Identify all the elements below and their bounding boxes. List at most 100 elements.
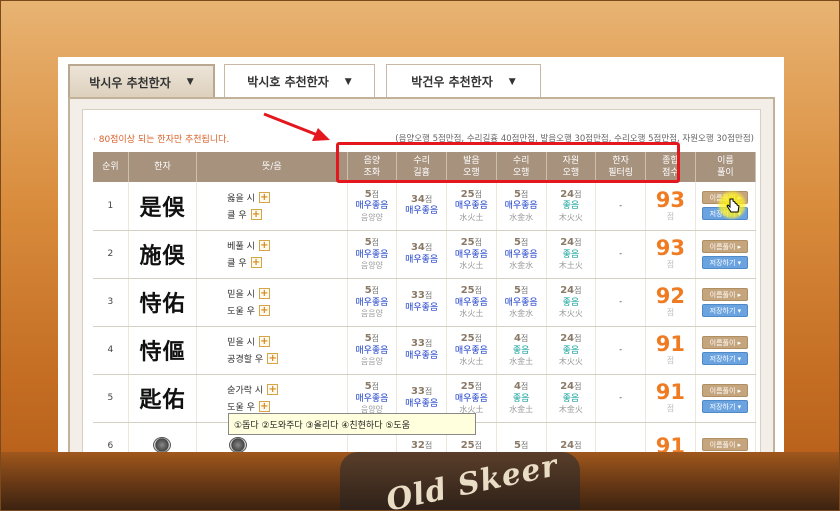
score-unit: 점 (371, 382, 380, 392)
name-interpret-button[interactable]: 이름풀이 ▸ (702, 383, 749, 397)
suri-ohaeng-cell: 4점 좋음 水金土 (496, 326, 547, 375)
plus-icon[interactable]: + (267, 384, 279, 395)
header-line: 발음 (463, 155, 480, 166)
score-value: 24 (560, 333, 575, 345)
plus-icon[interactable]: + (258, 336, 270, 347)
header-line: 이름 (717, 155, 734, 166)
plus-icon[interactable]: + (258, 305, 270, 316)
col-hanja: 한자 (128, 152, 198, 182)
score-points: 33점 (397, 338, 446, 351)
plus-icon[interactable]: + (258, 240, 270, 251)
meaning-cell: 베풀 시 + 클 우 + (196, 230, 348, 279)
balum-cell: 25점 매우좋음 水火土 (446, 326, 497, 375)
yinyang-cell: 5점 매우좋음 음음양 (347, 278, 398, 327)
score-points: 5점 (348, 285, 397, 298)
col-filter: 한자 필터링 (595, 152, 646, 182)
tab-geonwoo[interactable]: 박건우 추천한자 ▼ (386, 64, 541, 98)
table-row: 3 恃佑 믿을 시 + 도울 우 + 5점 매우좋음 음음양 33점 매우좋음 25점 매우… (93, 278, 757, 327)
save-button[interactable]: 저장하기 ▾ (702, 351, 749, 365)
meaning-text: 클 우 (227, 259, 247, 269)
grade-text: 매우좋음 (405, 254, 439, 265)
header-line: 오행 (463, 168, 480, 178)
score-value: 4 (513, 333, 521, 345)
sub-text: 음음양 (360, 308, 383, 318)
score-value: 25 (460, 439, 475, 451)
score-value: 25 (460, 285, 475, 297)
meaning-line: 공경할 우 + (227, 350, 346, 367)
suri-ohaeng-cell: 5점 (496, 422, 547, 452)
plus-icon[interactable]: + (267, 353, 279, 364)
meaning-line: 믿을 시 + (227, 285, 346, 302)
score-unit: 점 (424, 194, 433, 204)
grade-text: 매우좋음 (405, 206, 439, 217)
meaning-line: 클 우 + (227, 254, 346, 271)
tab-siho[interactable]: 박시호 추천한자 ▼ (224, 64, 375, 98)
plus-icon[interactable]: + (258, 288, 270, 299)
col-jawon: 자원 오행 (546, 152, 597, 182)
score-points: 24점 (547, 333, 596, 346)
grade-text: 매우좋음 (504, 297, 538, 308)
sub-text: 水金土 (509, 404, 534, 414)
score-value: 33 (410, 386, 425, 398)
score-points: 25점 (447, 381, 496, 394)
jawon-cell: 24점 좋음 木火火 (546, 326, 597, 375)
meaning-text: 베풀 시 (227, 242, 255, 252)
score-unit: 점 (474, 238, 483, 248)
col-suri-ohaeng: 수리 오행 (496, 152, 547, 182)
name-interpret-button[interactable]: 이름풀이 ▸ (702, 287, 749, 301)
score-unit: 점 (666, 211, 675, 221)
hanja-name: 是俁 (139, 194, 186, 221)
plus-icon[interactable]: + (250, 257, 262, 268)
header-line: 수리 (512, 155, 530, 166)
caret-down-icon: ▼ (186, 77, 194, 87)
balum-cell: 25점 매우좋음 水火土 (446, 278, 497, 327)
save-button[interactable]: 저장하기 ▾ (702, 255, 749, 269)
plus-icon[interactable]: + (258, 401, 270, 412)
grade-text: 매우좋음 (355, 249, 389, 260)
table-row: 4 恃傴 믿을 시 + 공경할 우 + 5점 매우좋음 음음양 33점 매우좋음 25점 매… (93, 326, 757, 375)
rank-cell: 6 (93, 422, 129, 452)
rank-cell: 3 (93, 278, 129, 327)
score-unit: 점 (474, 382, 483, 392)
hanja-cell: 匙佑 (128, 374, 198, 423)
sub-text: 木火火 (558, 308, 583, 318)
score-points: 34점 (397, 242, 446, 255)
score-unit: 점 (520, 440, 529, 450)
score-unit: 점 (574, 286, 582, 296)
results-area: · 80점이상 되는 한자만 추천됩니다. (음양오행 5점만점, 수리길흉 4… (82, 109, 761, 452)
tab-label: 박시우 추천한자 (89, 75, 171, 90)
content-panel: · 80점이상 되는 한자만 추천됩니다. (음양오행 5점만점, 수리길흉 4… (68, 97, 775, 452)
score-points: 5점 (497, 237, 546, 250)
save-button[interactable]: 저장하기 ▾ (702, 303, 749, 317)
score-value: 5 (364, 188, 372, 200)
suri-cell: 33점 매우좋음 (396, 278, 447, 327)
jawon-cell: 24점 좋음 木土火 (546, 230, 597, 279)
score-unit: 점 (666, 404, 675, 413)
rank-cell: 4 (93, 326, 129, 375)
partial-image (153, 436, 172, 452)
score-unit: 점 (474, 440, 483, 450)
score-points: 25점 (447, 189, 496, 202)
sub-text: 木金火 (558, 404, 583, 414)
tab-siwoo[interactable]: 박시우 추천한자 ▼ (68, 64, 215, 98)
tab-label: 박건우 추천한자 (411, 75, 493, 89)
plus-icon[interactable]: + (250, 208, 262, 220)
total-score: 91 (655, 433, 685, 452)
score-points: 25점 (447, 237, 496, 250)
save-button[interactable]: 저장하기 ▾ (702, 399, 749, 413)
score-points: 24점 (547, 285, 596, 298)
meaning-line: 도울 우 + (227, 302, 346, 319)
plus-icon[interactable]: + (258, 191, 270, 203)
score-points: 5점 (348, 237, 397, 250)
score-unit: 점 (574, 382, 582, 392)
hanja-cell: 是俁 (128, 182, 198, 231)
header-line: 수리 (413, 155, 430, 166)
total-cell: 93 점 (645, 182, 696, 231)
interp-cell: 이름풀이 ▸ 저장하기 ▾ (695, 278, 757, 327)
grade-text: 좋음 (562, 249, 580, 260)
name-interpret-button[interactable]: 이름풀이 ▸ (702, 239, 749, 253)
hanja-cell: 恃傴 (128, 326, 198, 375)
name-interpret-button[interactable]: 이름풀이 ▸ (702, 335, 749, 349)
name-interpret-button[interactable]: 이름풀이 ▸ (702, 438, 749, 451)
hanja-table: 순위 한자 뜻/음 음양 조화 수리 길흉 발음 오행 수리 오행 자원 오행 한자 필터링… (93, 152, 757, 452)
